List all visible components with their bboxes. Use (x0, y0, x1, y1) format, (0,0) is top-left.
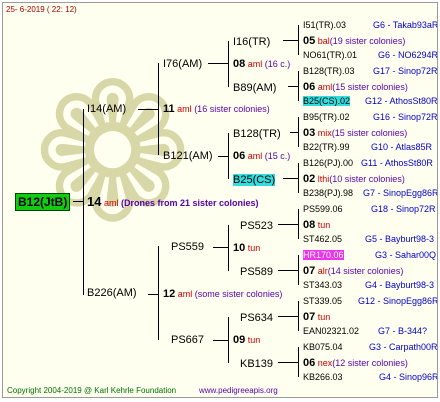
connector (278, 316, 298, 317)
footer-site-link[interactable]: www.pedigreeapis.org (199, 386, 278, 395)
ancestor-row[interactable]: KB266.03 (303, 372, 343, 382)
connector (213, 247, 228, 248)
gen2-queen[interactable]: PS667 (171, 334, 204, 346)
ancestor-row[interactable]: HR170.06 (303, 250, 344, 260)
connector (158, 63, 159, 155)
gen3-queen[interactable]: B128(TR) (233, 128, 281, 140)
connector (228, 225, 229, 271)
ancestor-row[interactable]: ST462.05 (303, 234, 342, 244)
connector (228, 317, 229, 363)
gen2-drone-info: 11 aml (16 sister colonies) (163, 103, 270, 115)
gen3-queen[interactable]: PS589 (240, 266, 273, 278)
connector (213, 340, 228, 341)
ancestor-origin: G10 - Atlas85R (371, 142, 433, 152)
ancestor-origin: G5 - Bayburt98-3 (365, 234, 435, 244)
connector (298, 25, 299, 55)
ancestor-origin: G3 - Sahar00Q (375, 250, 437, 260)
ancestor-row[interactable]: KB075.04 (303, 342, 343, 352)
ancestor-row[interactable]: B22(TR).99 (303, 142, 350, 152)
ancestor-drone: 07 alr(14 sister colonies) (303, 265, 404, 277)
ancestor-row[interactable]: B25(CS).02 (303, 96, 351, 106)
ancestor-row[interactable]: PS599.06 (303, 204, 343, 214)
ancestor-origin: G16 - Sinop72R (373, 112, 438, 122)
ancestor-drone: 07 tun (303, 311, 331, 323)
gen3-queen[interactable]: PS523 (240, 220, 273, 232)
gen3-drone-info: 08 aml (16 c.) (233, 58, 291, 70)
connector (298, 71, 299, 101)
gen3-drone-info: 06 aml (15 c.) (233, 150, 291, 162)
footer-copyright: Copyright 2004-2019 @ Karl Kehrle Founda… (7, 386, 177, 395)
connector (228, 133, 229, 179)
connector (298, 347, 299, 377)
connector (148, 294, 158, 295)
header-date: 25- 6-2019 ( 22: 12) (6, 5, 77, 14)
connector (290, 132, 298, 133)
drone-number: 14 (87, 194, 102, 209)
ancestor-row[interactable]: ST343.03 (303, 280, 342, 290)
root-queen[interactable]: B12(JtB) (15, 193, 71, 211)
gen3-queen[interactable]: B89(AM) (233, 82, 276, 94)
ancestor-origin: G7 - B-344? (378, 326, 428, 336)
gen3-queen[interactable]: PS634 (240, 312, 273, 324)
gen3-queen[interactable]: I16(TR) (233, 36, 270, 48)
gen3-queen[interactable]: KB139 (240, 358, 273, 370)
ancestor-drone: 08 tun (303, 219, 331, 231)
gen1-queen[interactable]: I14(AM) (87, 103, 126, 115)
ancestor-row[interactable]: EAN02321.02 (303, 326, 359, 336)
ancestor-row[interactable]: I51(TR).03 (303, 20, 346, 30)
connector (278, 224, 298, 225)
gen3-queen[interactable]: B25(CS) (233, 174, 276, 186)
ancestor-origin: G4 - Bayburt98-3 (365, 280, 435, 290)
connector (283, 178, 298, 179)
ancestor-origin: G6 - Takab93aR (373, 20, 438, 30)
gen1-queen[interactable]: B226(AM) (87, 287, 137, 299)
drone-note: (Drones from 21 sister colonies) (121, 198, 259, 208)
connector (288, 86, 298, 87)
connector (278, 362, 298, 363)
connector (158, 246, 159, 340)
ancestor-drone: 06 nex(12 sister colonies) (303, 357, 408, 369)
connector (73, 201, 83, 202)
ancestor-drone: 02 lthi(10 sister colonies) (303, 173, 405, 185)
ancestor-row[interactable]: B238(PJ).98 (303, 188, 353, 198)
gen2-queen[interactable]: PS559 (171, 241, 204, 253)
gen3-drone-info: 09 tun (233, 334, 261, 346)
gen2-queen[interactable]: I76(AM) (163, 58, 202, 70)
ancestor-origin: G11 - AthosSt80R (361, 158, 433, 168)
gen1-drone-info: 14 aml (Drones from 21 sister colonies) (87, 194, 259, 209)
connector (83, 109, 84, 295)
ancestor-row[interactable]: B128(TR).03 (303, 66, 355, 76)
ancestor-row[interactable]: B126(PJ).00 (303, 158, 353, 168)
ancestor-drone: 03 mix(15 sister colonies) (303, 127, 408, 139)
ancestor-origin: G4 - Sinop96R (379, 372, 438, 382)
ancestor-origin: G18 - Sinop72R (371, 204, 436, 214)
connector (228, 41, 229, 87)
connector (298, 255, 299, 285)
ancestor-origin: G7 - SinopEgg86R (363, 188, 438, 198)
connector (283, 40, 298, 41)
ancestor-drone: 06 aml(15 sister colonies) (303, 81, 408, 93)
ancestor-row[interactable]: NO61(TR).01 (303, 50, 357, 60)
ancestor-row[interactable]: ST339.05 (303, 296, 342, 306)
ancestor-origin: G12 - SinopEgg86R (358, 296, 438, 306)
gen2-queen[interactable]: B121(AM) (163, 150, 213, 162)
pedigree-chart: ❁ 25- 6-2019 ( 22: 12) B12(JtB) I14(AM) … (2, 2, 438, 398)
connector (208, 63, 228, 64)
connector (298, 117, 299, 147)
ancestor-origin: G6 - NO6294R (378, 50, 438, 60)
gen2-drone-info: 12 aml (some sister colonies) (163, 288, 283, 300)
ancestor-row[interactable]: B95(TR).02 (303, 112, 350, 122)
connector (218, 156, 228, 157)
drone-tag: aml (103, 198, 119, 208)
connector (298, 209, 299, 239)
ancestor-drone: 05 bal(19 sister colonies) (303, 35, 406, 47)
connector (138, 109, 158, 110)
connector (298, 163, 299, 193)
ancestor-origin: G3 - Carpath00R (369, 342, 438, 352)
gen3-drone-info: 10 tun (233, 242, 261, 254)
connector (278, 270, 298, 271)
ancestor-origin: G12 - AthosSt80R (365, 96, 438, 106)
ancestor-origin: G17 - Sinop72R (373, 66, 438, 76)
connector (298, 301, 299, 331)
